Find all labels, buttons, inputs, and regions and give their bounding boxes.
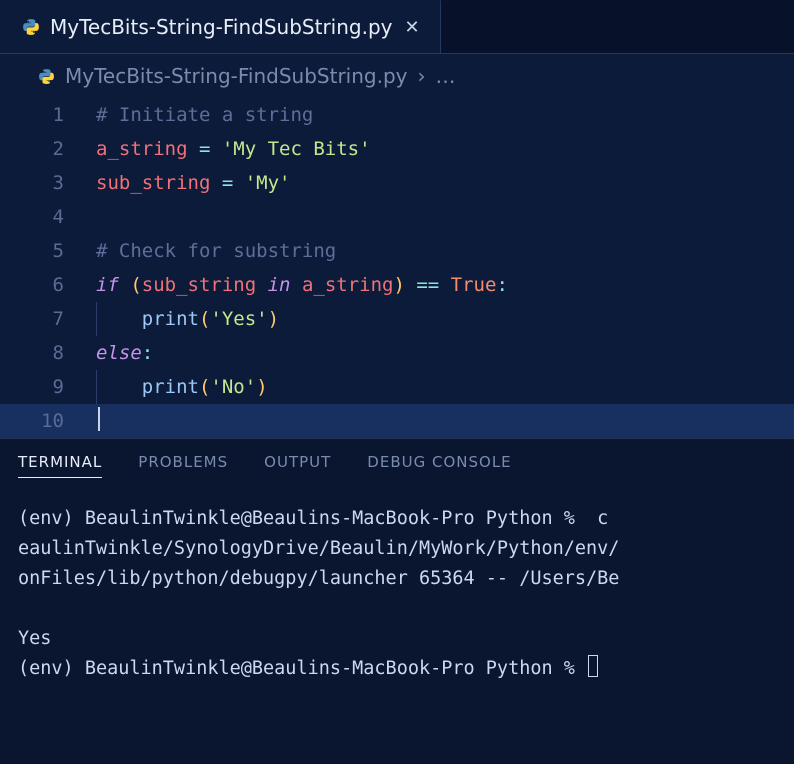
code-line: 9 print('No') bbox=[0, 370, 794, 404]
python-icon bbox=[38, 68, 55, 85]
line-number: 8 bbox=[0, 336, 90, 370]
editor-tab[interactable]: MyTecBits-String-FindSubString.py ✕ bbox=[0, 0, 441, 53]
breadcrumb[interactable]: MyTecBits-String-FindSubString.py › … bbox=[0, 54, 794, 98]
code-line: 4 bbox=[0, 200, 794, 234]
terminal-prompt: (env) BeaulinTwinkle@Beaulins-MacBook-Pr… bbox=[18, 658, 586, 679]
line-number: 2 bbox=[0, 132, 90, 166]
line-number: 6 bbox=[0, 268, 90, 302]
code-line: 10 bbox=[0, 404, 794, 438]
editor-caret bbox=[98, 407, 100, 431]
line-number: 3 bbox=[0, 166, 90, 200]
breadcrumb-ellipsis[interactable]: … bbox=[436, 64, 456, 88]
line-number: 7 bbox=[0, 302, 90, 336]
terminal-output[interactable]: (env) BeaulinTwinkle@Beaulins-MacBook-Pr… bbox=[0, 488, 794, 764]
terminal-line: (env) BeaulinTwinkle@Beaulins-MacBook-Pr… bbox=[18, 508, 608, 529]
tab-output[interactable]: OUTPUT bbox=[264, 453, 331, 478]
terminal-cursor bbox=[588, 655, 598, 677]
line-number: 5 bbox=[0, 234, 90, 268]
code-line: 2 a_string = 'My Tec Bits' bbox=[0, 132, 794, 166]
code-line: 8 else: bbox=[0, 336, 794, 370]
tab-title: MyTecBits-String-FindSubString.py bbox=[50, 15, 393, 39]
code-line: 7 print('Yes') bbox=[0, 302, 794, 336]
tab-problems[interactable]: PROBLEMS bbox=[138, 453, 228, 478]
terminal-line: Yes bbox=[18, 628, 51, 649]
line-number: 4 bbox=[0, 200, 90, 234]
editor-tabbar: MyTecBits-String-FindSubString.py ✕ bbox=[0, 0, 794, 54]
tab-terminal[interactable]: TERMINAL bbox=[18, 453, 102, 478]
line-number: 10 bbox=[0, 404, 90, 438]
code-line: 1 # Initiate a string bbox=[0, 98, 794, 132]
panel-tabbar: TERMINAL PROBLEMS OUTPUT DEBUG CONSOLE bbox=[0, 439, 794, 488]
vscode-window: MyTecBits-String-FindSubString.py ✕ MyTe… bbox=[0, 0, 794, 764]
line-number: 9 bbox=[0, 370, 90, 404]
breadcrumb-file: MyTecBits-String-FindSubString.py bbox=[65, 64, 408, 88]
chevron-right-icon: › bbox=[418, 64, 426, 88]
tab-debug-console[interactable]: DEBUG CONSOLE bbox=[367, 453, 511, 478]
close-icon[interactable]: ✕ bbox=[403, 17, 422, 38]
python-icon bbox=[22, 18, 40, 36]
bottom-panel: TERMINAL PROBLEMS OUTPUT DEBUG CONSOLE (… bbox=[0, 438, 794, 764]
line-number: 1 bbox=[0, 98, 90, 132]
terminal-line: eaulinTwinkle/SynologyDrive/Beaulin/MyWo… bbox=[18, 538, 619, 559]
code-line: 3 sub_string = 'My' bbox=[0, 166, 794, 200]
code-editor[interactable]: 1 # Initiate a string 2 a_string = 'My T… bbox=[0, 98, 794, 438]
code-line: 6 if (sub_string in a_string) == True: bbox=[0, 268, 794, 302]
code-line: 5 # Check for substring bbox=[0, 234, 794, 268]
terminal-line: onFiles/lib/python/debugpy/launcher 6536… bbox=[18, 568, 619, 589]
